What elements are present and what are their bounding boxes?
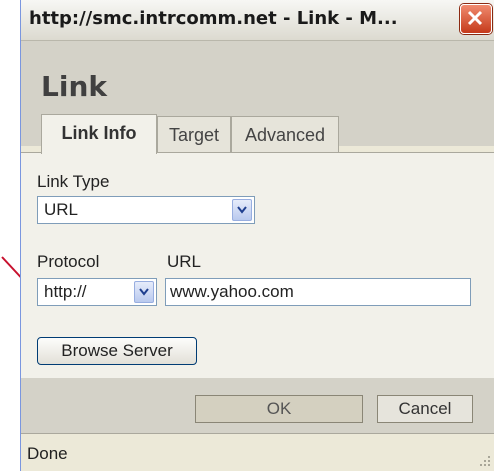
window-title: http://smc.intrcomm.net - Link - M... xyxy=(29,8,398,29)
protocol-select[interactable]: http:// xyxy=(37,278,157,306)
tab-target[interactable]: Target xyxy=(157,116,231,153)
resize-grip-icon[interactable] xyxy=(477,453,491,467)
close-x-icon xyxy=(467,10,483,26)
url-input[interactable]: www.yahoo.com xyxy=(165,278,471,306)
title-bar[interactable]: http://smc.intrcomm.net - Link - M... xyxy=(21,0,494,41)
chevron-down-icon xyxy=(237,206,247,214)
link-type-dropdown-button[interactable] xyxy=(232,199,252,221)
link-type-select[interactable]: URL xyxy=(37,196,255,224)
status-bar: Done xyxy=(21,434,494,471)
cancel-button[interactable]: Cancel xyxy=(377,395,473,423)
ok-button[interactable]: OK xyxy=(195,395,363,423)
tab-link-info[interactable]: Link Info xyxy=(41,114,157,154)
protocol-label: Protocol xyxy=(37,252,100,271)
close-button[interactable] xyxy=(460,4,492,34)
tab-advanced[interactable]: Advanced xyxy=(231,116,339,153)
dialog-title: Link xyxy=(41,70,107,103)
protocol-value: http:// xyxy=(44,282,87,301)
url-label: URL xyxy=(167,252,202,271)
link-type-value: URL xyxy=(44,200,79,219)
browse-server-button[interactable]: Browse Server xyxy=(37,337,197,365)
link-type-label: Link Type xyxy=(37,172,110,191)
dialog-window: http://smc.intrcomm.net - Link - M... Li… xyxy=(20,0,494,471)
protocol-dropdown-button[interactable] xyxy=(134,281,154,303)
chevron-down-icon xyxy=(139,288,149,296)
status-text: Done xyxy=(27,444,68,463)
